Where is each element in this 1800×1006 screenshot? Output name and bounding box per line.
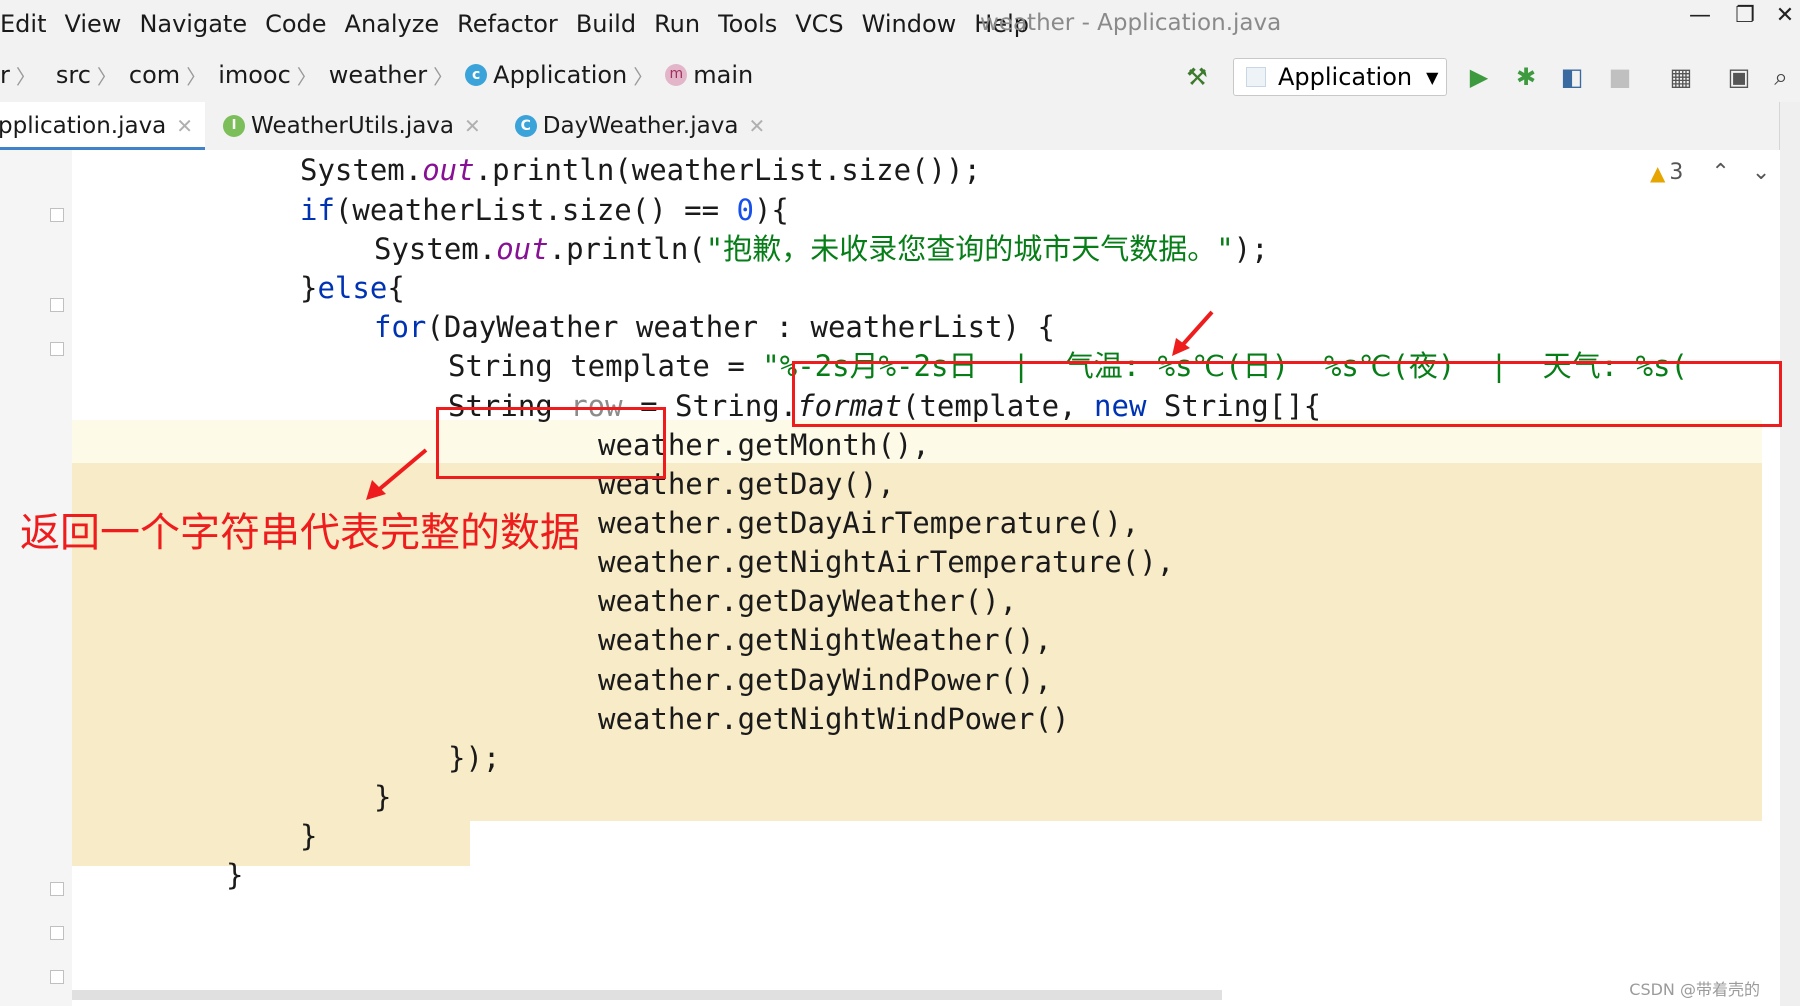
arrow-line	[374, 448, 428, 494]
annotation-text: 返回一个字符串代表完整的数据	[20, 510, 580, 556]
arrow-head	[366, 480, 386, 500]
horizontal-scrollbar[interactable]	[72, 990, 1222, 1000]
watermark: CSDN @带着壳的	[1629, 980, 1760, 999]
